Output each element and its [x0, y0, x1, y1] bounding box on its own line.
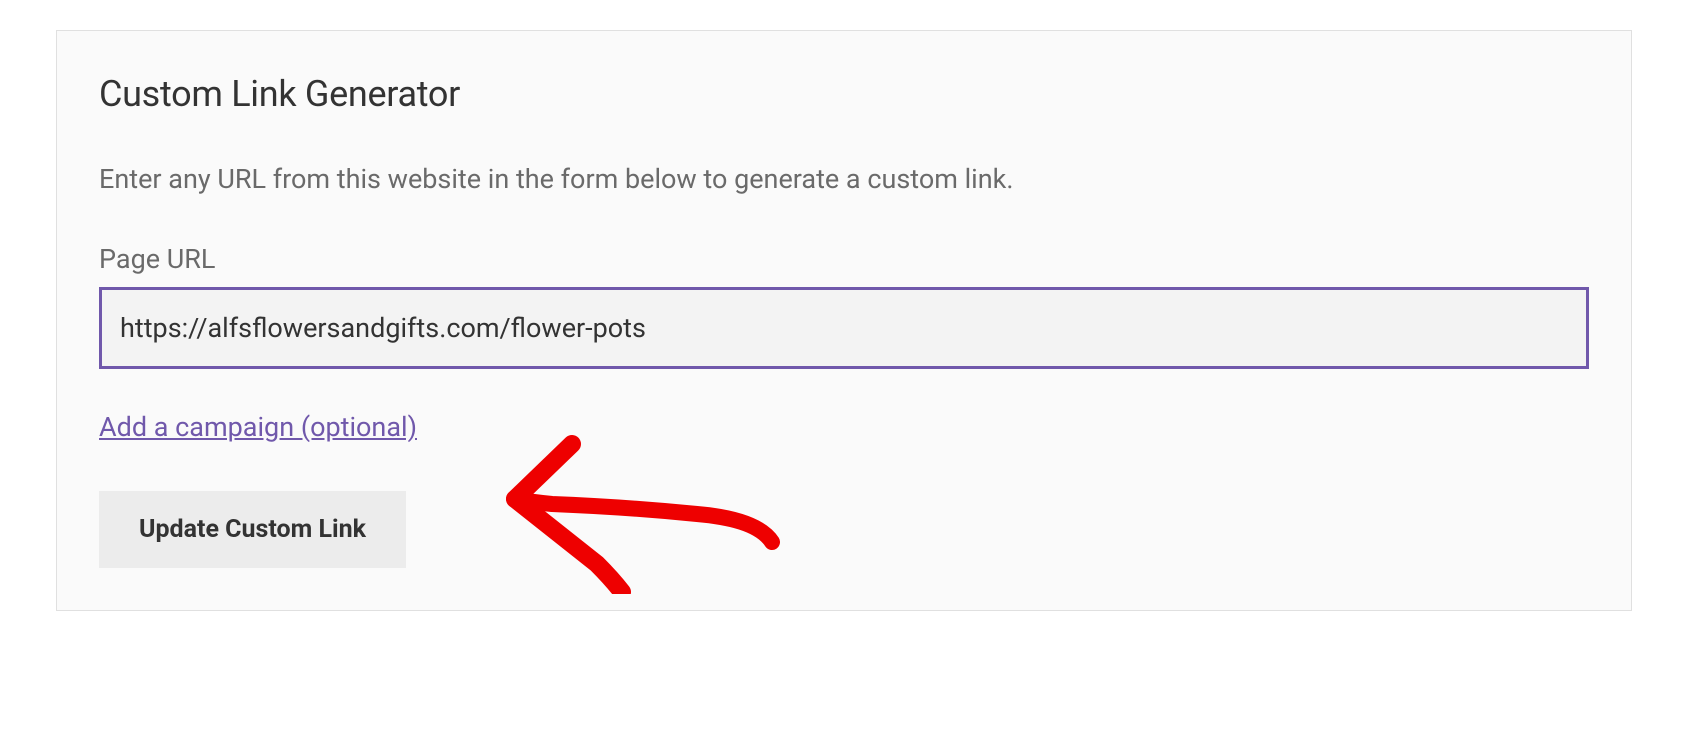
- custom-link-generator-panel: Custom Link Generator Enter any URL from…: [56, 30, 1632, 611]
- page-url-input[interactable]: [99, 287, 1589, 369]
- update-custom-link-button[interactable]: Update Custom Link: [99, 491, 406, 568]
- page-url-label: Page URL: [99, 243, 1589, 275]
- add-campaign-link[interactable]: Add a campaign (optional): [99, 411, 417, 443]
- panel-title: Custom Link Generator: [99, 73, 1589, 115]
- instruction-text: Enter any URL from this website in the f…: [99, 163, 1589, 195]
